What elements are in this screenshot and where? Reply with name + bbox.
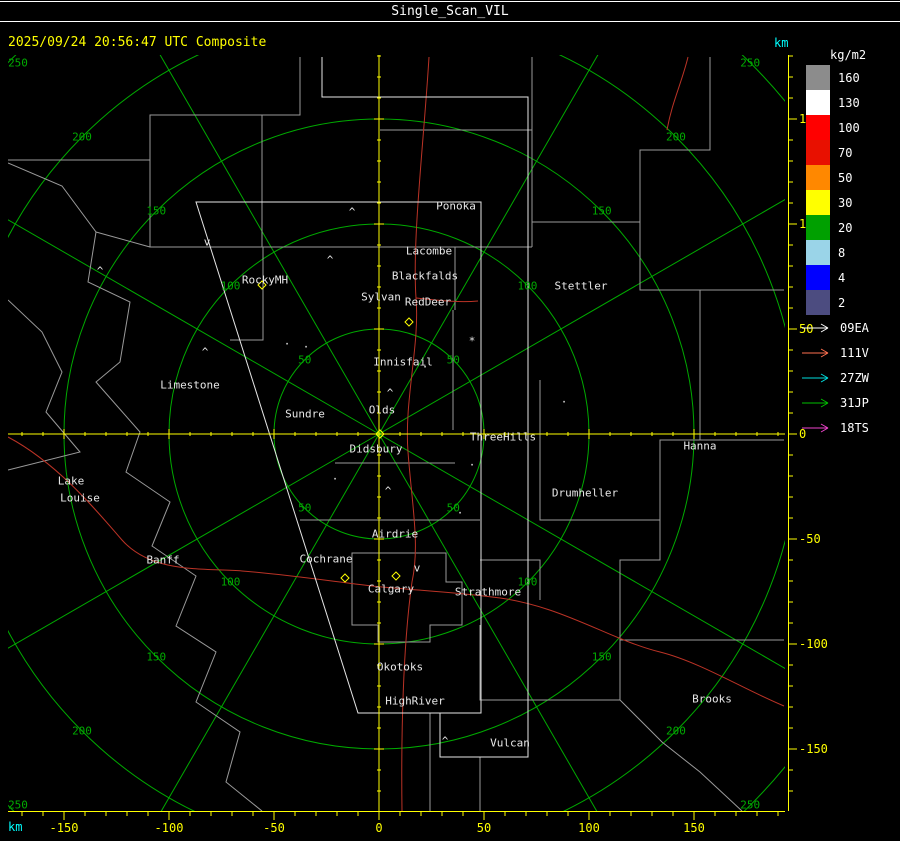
legend-color-swatch [806,90,830,115]
azimuth-spoke [160,433,380,811]
legend-level-value: 2 [838,295,846,310]
legend-level-2: 2 [806,290,860,315]
site-id-label: 18TS [840,420,869,435]
legend-level-50: 50 [806,165,860,190]
site-arrow-icon [802,323,829,332]
radar-canvas[interactable] [0,0,900,841]
site-id-label: 31JP [840,395,869,410]
site-id-label: 111V [840,345,869,360]
legend-level-4: 4 [806,265,860,290]
radar-site-diamond [257,280,267,290]
legend-level-100: 100 [806,115,860,140]
legend-level-30: 30 [806,190,860,215]
radar-site-diamond [391,571,401,581]
legend-color-swatch [806,240,830,265]
legend-level-8: 8 [806,240,860,265]
legend-color-swatch [806,215,830,240]
azimuth-spoke [378,55,599,435]
site-id-label: 09EA [840,320,869,335]
color-scale-legend: 160 130 100 70 50 30 20 8 4 2 [806,65,860,315]
range-ring-250 [8,55,785,811]
legend-level-70: 70 [806,140,860,165]
site-arrow-icon [802,348,829,357]
range-rings-layer [8,55,785,811]
legend-level-20: 20 [806,215,860,240]
legend-color-swatch [806,65,830,90]
legend-level-value: 100 [838,120,860,135]
scan-area-outline [195,57,529,758]
legend-level-value: 20 [838,220,853,235]
azimuth-spoke [8,219,380,435]
legend-color-swatch [806,140,830,165]
site-arrow-icon [802,398,829,407]
legend-level-value: 70 [838,145,853,160]
legend-color-swatch [806,115,830,140]
legend-site-09ea: 09EA [800,315,869,340]
legend-level-130: 130 [806,90,860,115]
range-ring-200 [8,55,785,811]
legend-level-value: 8 [838,245,846,260]
radar-site-diamond [340,573,350,583]
legend-level-value: 30 [838,195,853,210]
azimuth-spoke [159,55,380,435]
legend-color-swatch [806,290,830,315]
legend-color-swatch [806,165,830,190]
site-arrow-icon [802,373,829,382]
legend-level-value: 50 [838,170,853,185]
legend-level-value: 4 [838,270,846,285]
legend-level-160: 160 [806,65,860,90]
legend-level-value: 130 [838,95,860,110]
legend-site-111v: 111V [800,340,869,365]
legend-site-31jp: 31JP [800,390,869,415]
crosshair-axes [8,55,785,811]
legend-site-27zw: 27ZW [800,365,869,390]
legend-level-value: 160 [838,70,860,85]
legend-color-swatch [806,265,830,290]
radar-app: Single_Scan_VIL 2025/09/24 20:56:47 UTC … [0,0,900,841]
site-arrow-icon [802,423,829,432]
azimuth-spoke [8,433,380,649]
legend-color-swatch [806,190,830,215]
radar-sites-legend: 09EA 111V 27ZW 31JP 18TS [800,315,869,440]
azimuth-spoke [378,433,598,811]
legend-site-18ts: 18TS [800,415,869,440]
azimuth-spoke [378,433,785,669]
radar-site-diamond [404,317,414,327]
site-id-label: 27ZW [840,370,869,385]
